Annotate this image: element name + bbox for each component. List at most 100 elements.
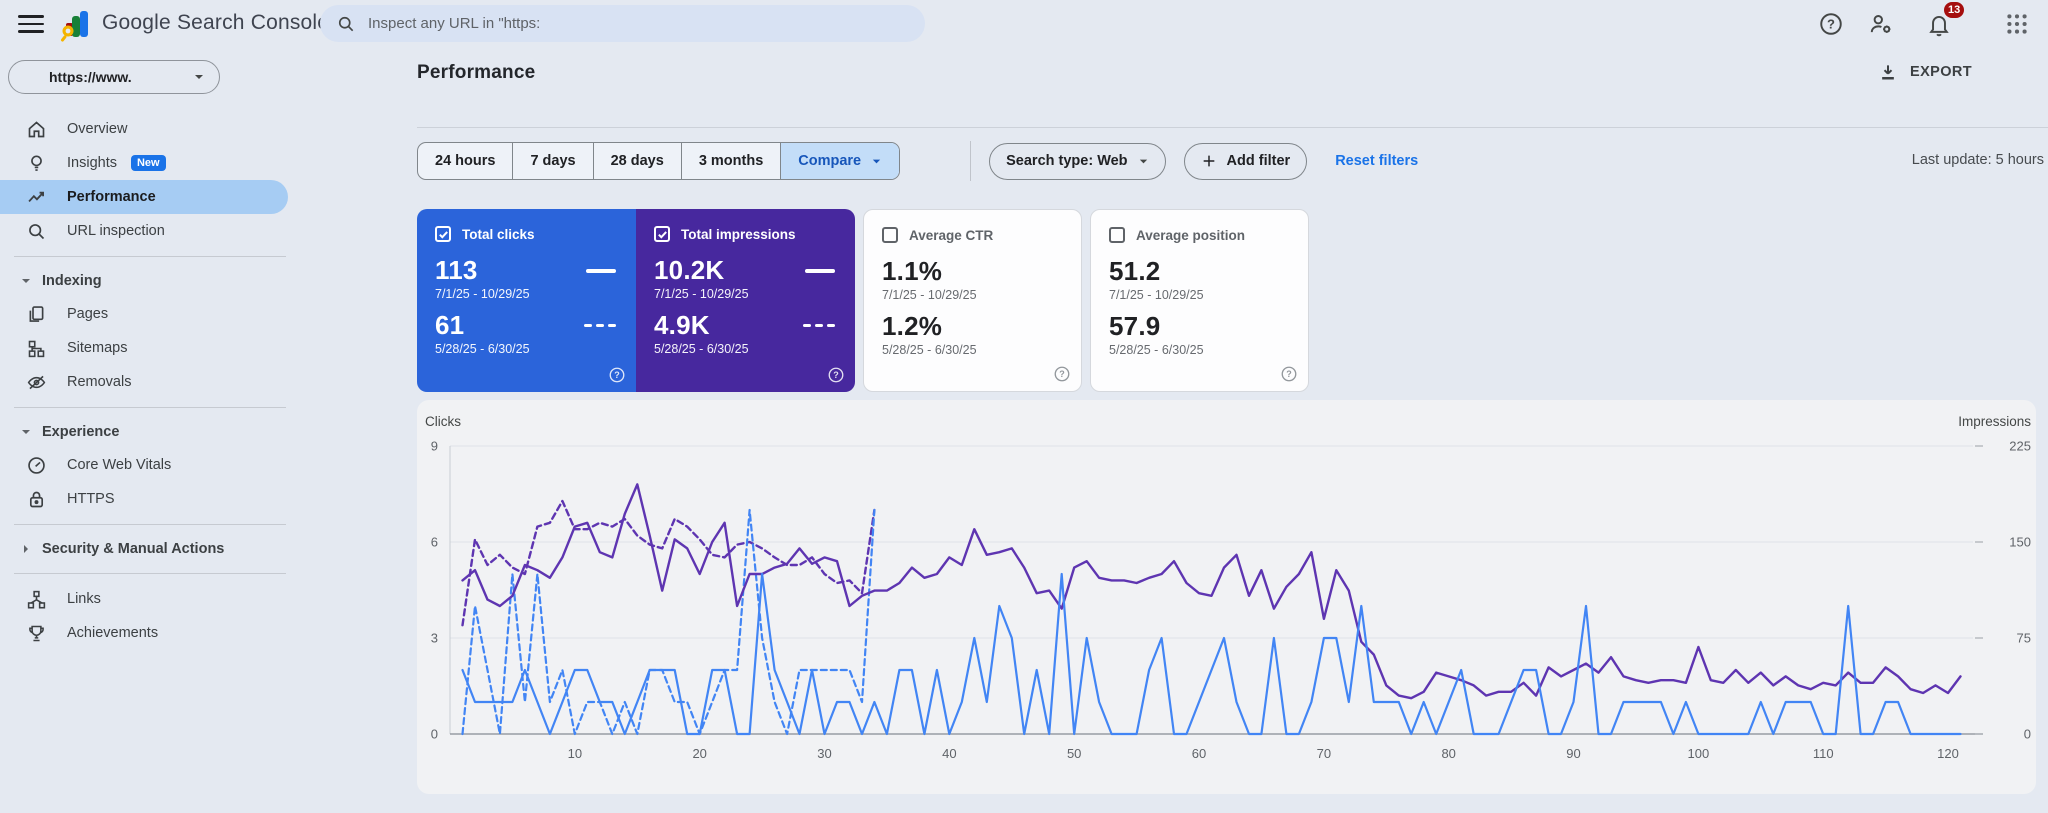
divider <box>14 573 286 574</box>
notification-count-badge: 13 <box>1944 2 1965 18</box>
metric-period: 7/1/25 - 10/29/25 <box>435 287 530 301</box>
checkbox-unchecked-icon <box>882 227 898 243</box>
svg-text:?: ? <box>833 370 839 380</box>
user-settings-icon[interactable] <box>1868 11 1894 37</box>
dashed-line-indicator <box>803 323 835 328</box>
date-range-3-months[interactable]: 3 months <box>680 143 780 179</box>
help-icon[interactable]: ? <box>1280 365 1298 383</box>
metric-value: 57.9 <box>1109 311 1161 341</box>
svg-text:80: 80 <box>1441 746 1455 761</box>
average-position-card[interactable]: Average position 51.2 7/1/25 - 10/29/25 … <box>1090 209 1309 392</box>
solid-line-indicator <box>805 268 835 273</box>
property-label: https://www. <box>49 69 132 85</box>
metric-period: 7/1/25 - 10/29/25 <box>882 288 977 302</box>
metric-period: 5/28/25 - 6/30/25 <box>1109 343 1204 357</box>
lightbulb-icon <box>31 154 42 171</box>
svg-text:0: 0 <box>431 727 438 742</box>
performance-chart-panel: 9 6 3 0 225 150 75 0 10 20 30 40 50 60 70 80 90 100 110 120… <box>417 400 2036 794</box>
sidebar-item-core-web-vitals[interactable]: Core Web Vitals <box>0 448 300 482</box>
average-ctr-card[interactable]: Average CTR 1.1% 7/1/25 - 10/29/25 1.2% … <box>863 209 1082 392</box>
property-selector[interactable]: https://www. <box>8 60 220 94</box>
date-range-24-hours[interactable]: 24 hours <box>418 143 512 179</box>
plus-icon <box>1203 155 1214 167</box>
sidebar-item-url-inspection[interactable]: URL inspection <box>0 214 300 248</box>
sidebar-item-sitemaps[interactable]: Sitemaps <box>0 331 300 365</box>
svg-text:?: ? <box>614 370 620 380</box>
download-icon <box>1882 65 1894 80</box>
add-filter-button[interactable]: Add filter <box>1183 142 1308 180</box>
search-type-button[interactable]: Search type: Web <box>989 142 1166 180</box>
sidebar-item-performance[interactable]: Performance <box>0 180 288 214</box>
average-position-toggle[interactable]: Average position <box>1109 227 1292 243</box>
date-range-28-days[interactable]: 28 days <box>592 143 681 179</box>
sidebar-item-removals[interactable]: Removals <box>0 365 300 399</box>
caret-down-icon <box>22 279 30 283</box>
magnifier-icon <box>29 223 45 239</box>
checkbox-checked-icon <box>435 226 451 242</box>
url-inspection-search-bar[interactable]: Inspect any URL in "https: <box>320 5 925 42</box>
svg-text:3: 3 <box>431 631 438 646</box>
search-placeholder: Inspect any URL in "https: <box>368 15 541 32</box>
filter-toolbar: 24 hours 7 days 28 days 3 months Compare… <box>417 141 1418 181</box>
pages-icon <box>29 305 44 322</box>
svg-text:Clicks: Clicks <box>425 414 461 429</box>
metric-period: 7/1/25 - 10/29/25 <box>1109 288 1204 302</box>
sidebar-section-security-manual-actions[interactable]: Security & Manual Actions <box>0 533 300 565</box>
sidebar-section-experience[interactable]: Experience <box>0 416 300 448</box>
performance-chart[interactable]: 963022515075010 20 30 40 50 60 70 80 90 100 110 120… <box>417 400 2036 794</box>
metric-period: 5/28/25 - 6/30/25 <box>654 342 749 356</box>
average-ctr-toggle[interactable]: Average CTR <box>882 227 1065 243</box>
apps-grid-icon[interactable] <box>2004 11 2030 37</box>
sidebar-item-overview[interactable]: Overview <box>0 112 300 146</box>
metric-value: 1.1% <box>882 256 943 286</box>
sidebar-item-links[interactable]: Links <box>0 582 300 616</box>
svg-text:150: 150 <box>2009 535 2031 550</box>
svg-text:10: 10 <box>568 746 582 761</box>
metric-value: 113 <box>435 255 478 285</box>
sidebar-item-achievements[interactable]: Achievements <box>0 616 300 650</box>
export-button[interactable]: EXPORT <box>1878 62 1972 82</box>
total-clicks-card[interactable]: Total clicks 113 7/1/25 - 10/29/25 61 5/… <box>417 209 636 392</box>
reset-filters-link[interactable]: Reset filters <box>1335 153 1418 169</box>
help-icon[interactable]: ? <box>1053 365 1071 383</box>
home-icon <box>28 120 45 137</box>
lock-icon <box>29 491 44 507</box>
eye-off-icon <box>27 375 46 389</box>
divider <box>14 407 286 408</box>
metric-period: 5/28/25 - 6/30/25 <box>435 342 530 356</box>
metric-period: 5/28/25 - 6/30/25 <box>882 343 977 357</box>
search-icon <box>338 16 354 31</box>
svg-text:50: 50 <box>1067 746 1081 761</box>
svg-text:75: 75 <box>2017 631 2031 646</box>
app-title: Google Search Console <box>102 11 330 34</box>
date-range-7-days[interactable]: 7 days <box>512 143 592 179</box>
sidebar-item-pages[interactable]: Pages <box>0 297 300 331</box>
sitemap-icon <box>28 340 45 357</box>
sidebar-item-https[interactable]: HTTPS <box>0 482 300 516</box>
svg-text:225: 225 <box>2009 439 2031 454</box>
svg-text:110: 110 <box>1813 746 1834 761</box>
help-icon[interactable]: ? <box>1818 11 1844 37</box>
total-impressions-card[interactable]: Total impressions 10.2K 7/1/25 - 10/29/2… <box>636 209 855 392</box>
total-impressions-toggle[interactable]: Total impressions <box>654 226 839 242</box>
sidebar-item-insights[interactable]: Insights New <box>0 146 300 180</box>
svg-text:70: 70 <box>1317 746 1331 761</box>
caret-right-icon <box>24 545 28 553</box>
caret-down-icon <box>1139 159 1147 163</box>
trending-up-icon <box>28 191 44 202</box>
svg-text:?: ? <box>1827 17 1835 32</box>
menu-icon[interactable] <box>18 12 44 36</box>
caret-down-icon <box>872 159 881 163</box>
total-clicks-toggle[interactable]: Total clicks <box>435 226 620 242</box>
date-range-segmented-control: 24 hours 7 days 28 days 3 months Compare <box>417 142 901 180</box>
svg-text:9: 9 <box>431 439 438 454</box>
help-icon[interactable]: ? <box>608 366 626 384</box>
date-range-compare[interactable]: Compare <box>780 143 900 179</box>
sidebar-section-indexing[interactable]: Indexing <box>0 265 300 297</box>
svg-text:60: 60 <box>1192 746 1206 761</box>
svg-text:Impressions: Impressions <box>1958 414 2031 429</box>
svg-text:40: 40 <box>942 746 956 761</box>
help-icon[interactable]: ? <box>827 366 845 384</box>
metric-cards-row: Total clicks 113 7/1/25 - 10/29/25 61 5/… <box>417 209 1317 392</box>
divider <box>970 141 972 181</box>
